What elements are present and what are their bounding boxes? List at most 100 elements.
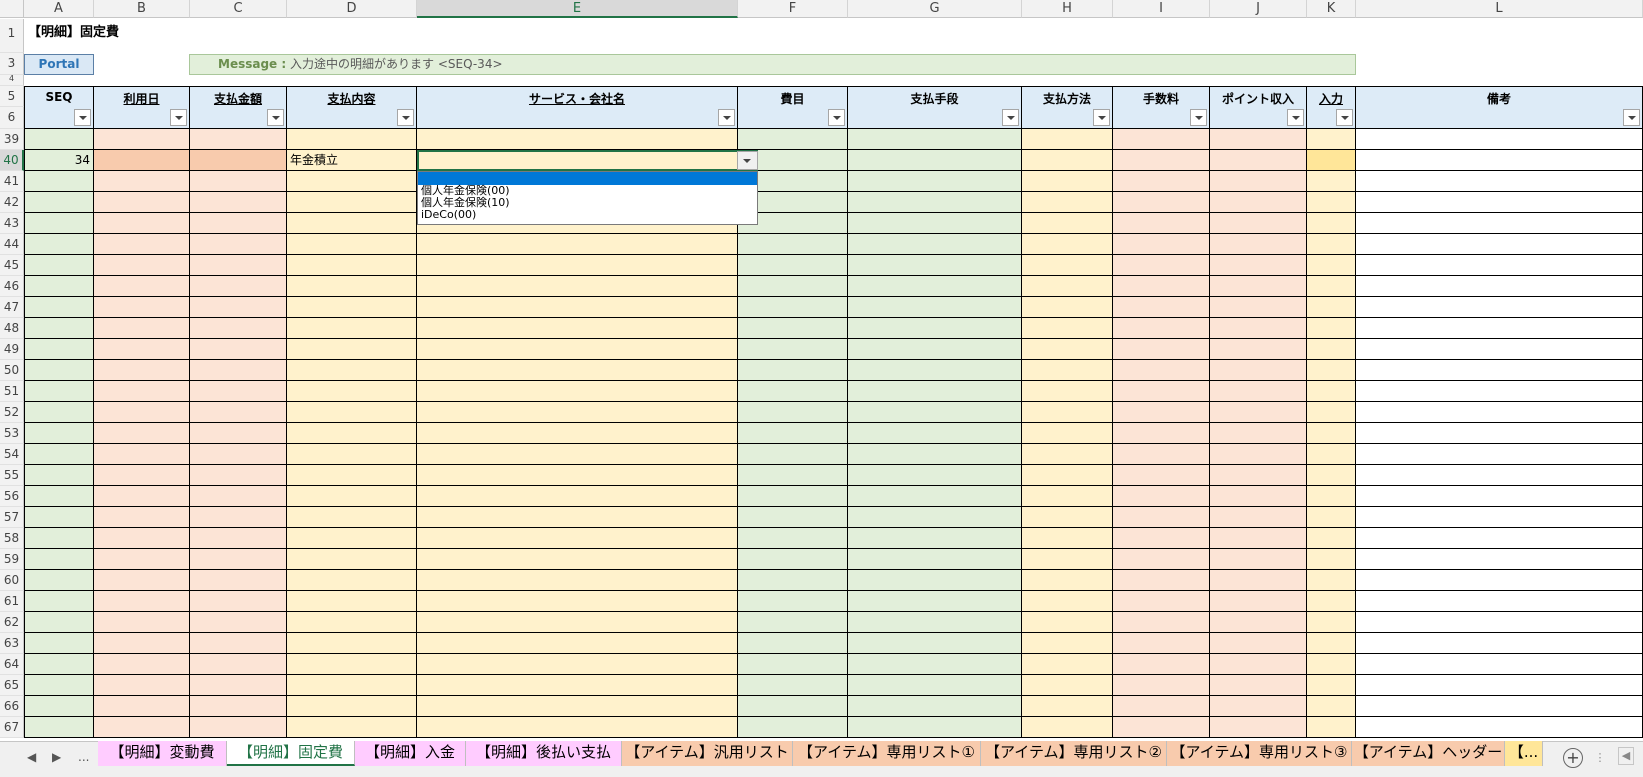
- cell-means[interactable]: [848, 549, 1022, 570]
- row-header-61[interactable]: 61: [0, 591, 24, 612]
- row-header-42[interactable]: 42: [0, 192, 24, 213]
- cell-fee[interactable]: [1113, 339, 1210, 360]
- cell-method[interactable]: [1022, 318, 1113, 339]
- row-header-6[interactable]: 6: [0, 107, 24, 129]
- cell-date[interactable]: [94, 486, 190, 507]
- column-header-i[interactable]: I: [1113, 0, 1210, 18]
- column-header-a[interactable]: A: [24, 0, 94, 18]
- cell-amount[interactable]: [190, 255, 287, 276]
- cell-amount[interactable]: [190, 318, 287, 339]
- add-sheet-icon[interactable]: +: [1563, 748, 1583, 768]
- cell-content[interactable]: [287, 591, 417, 612]
- cell-method[interactable]: [1022, 276, 1113, 297]
- cell-note[interactable]: [1356, 171, 1643, 192]
- row-header-47[interactable]: 47: [0, 297, 24, 318]
- cell-seq[interactable]: [24, 255, 94, 276]
- cell-points[interactable]: [1210, 255, 1307, 276]
- cell-fee[interactable]: [1113, 234, 1210, 255]
- cell-method[interactable]: [1022, 486, 1113, 507]
- cell-date[interactable]: [94, 297, 190, 318]
- cell-input[interactable]: [1307, 675, 1356, 696]
- cell-content[interactable]: [287, 381, 417, 402]
- cell-means[interactable]: [848, 276, 1022, 297]
- cell-content[interactable]: [287, 549, 417, 570]
- cell-content[interactable]: [287, 255, 417, 276]
- cell-seq[interactable]: [24, 297, 94, 318]
- cell-content[interactable]: [287, 339, 417, 360]
- cell-means[interactable]: [848, 675, 1022, 696]
- cell-content[interactable]: [287, 507, 417, 528]
- cell-note[interactable]: [1356, 486, 1643, 507]
- cell-note[interactable]: [1356, 675, 1643, 696]
- cell-fee[interactable]: [1113, 486, 1210, 507]
- cell-points[interactable]: [1210, 423, 1307, 444]
- cell-means[interactable]: [848, 171, 1022, 192]
- cell-content[interactable]: [287, 570, 417, 591]
- cell-date[interactable]: [94, 150, 190, 171]
- cell-means[interactable]: [848, 612, 1022, 633]
- cell-service[interactable]: [417, 549, 738, 570]
- cell-service[interactable]: [417, 612, 738, 633]
- cell-item[interactable]: [738, 654, 848, 675]
- filter-dropdown-icon[interactable]: [1002, 109, 1019, 126]
- cell-amount[interactable]: [190, 549, 287, 570]
- cell-points[interactable]: [1210, 276, 1307, 297]
- cell-item[interactable]: [738, 507, 848, 528]
- cell-method[interactable]: [1022, 402, 1113, 423]
- cell-date[interactable]: [94, 444, 190, 465]
- cell-content[interactable]: [287, 192, 417, 213]
- cell-means[interactable]: [848, 402, 1022, 423]
- cell-service[interactable]: [417, 528, 738, 549]
- row-header-58[interactable]: 58: [0, 528, 24, 549]
- cell-points[interactable]: [1210, 318, 1307, 339]
- cell-points[interactable]: [1210, 213, 1307, 234]
- sheet-tab-6[interactable]: 【アイテム】専用リスト①: [793, 741, 981, 766]
- cell-input[interactable]: [1307, 486, 1356, 507]
- cell-input[interactable]: [1307, 129, 1356, 150]
- cell-item[interactable]: [738, 234, 848, 255]
- cell-points[interactable]: [1210, 171, 1307, 192]
- cell-method[interactable]: [1022, 507, 1113, 528]
- cell-means[interactable]: [848, 570, 1022, 591]
- row-header-66[interactable]: 66: [0, 696, 24, 717]
- cell-fee[interactable]: [1113, 192, 1210, 213]
- cell-seq[interactable]: [24, 675, 94, 696]
- filter-dropdown-icon[interactable]: [1287, 109, 1304, 126]
- cell-date[interactable]: [94, 129, 190, 150]
- column-header-b[interactable]: B: [94, 0, 190, 18]
- cell-service[interactable]: [417, 444, 738, 465]
- cell-note[interactable]: [1356, 570, 1643, 591]
- filter-dropdown-icon[interactable]: [1093, 109, 1110, 126]
- column-header-h[interactable]: H: [1022, 0, 1113, 18]
- cell-seq[interactable]: [24, 528, 94, 549]
- cell-input[interactable]: [1307, 150, 1356, 171]
- cell-points[interactable]: [1210, 696, 1307, 717]
- cell-content[interactable]: [287, 717, 417, 738]
- row-header-59[interactable]: 59: [0, 549, 24, 570]
- column-header-e[interactable]: E: [417, 0, 738, 18]
- cell-amount[interactable]: [190, 150, 287, 171]
- cell-content[interactable]: [287, 528, 417, 549]
- cell-means[interactable]: [848, 297, 1022, 318]
- cell-item[interactable]: [738, 360, 848, 381]
- row-header-3[interactable]: 3: [0, 53, 24, 75]
- filter-dropdown-icon[interactable]: [170, 109, 187, 126]
- cell-seq[interactable]: [24, 129, 94, 150]
- hscroll-left-icon[interactable]: ◀: [1618, 747, 1634, 765]
- cell-item[interactable]: [738, 570, 848, 591]
- cell-amount[interactable]: [190, 360, 287, 381]
- cell-item[interactable]: [738, 465, 848, 486]
- cell-method[interactable]: [1022, 465, 1113, 486]
- service-dropdown-list[interactable]: 個人年金保険(00) 個人年金保険(10) iDeCo(00): [417, 171, 758, 225]
- cell-amount[interactable]: [190, 339, 287, 360]
- cell-service[interactable]: [417, 591, 738, 612]
- cell-points[interactable]: [1210, 507, 1307, 528]
- cell-means[interactable]: [848, 318, 1022, 339]
- cell-item[interactable]: [738, 591, 848, 612]
- cell-method[interactable]: [1022, 717, 1113, 738]
- row-header-62[interactable]: 62: [0, 612, 24, 633]
- cell-content[interactable]: [287, 402, 417, 423]
- cell-fee[interactable]: [1113, 318, 1210, 339]
- cell-note[interactable]: [1356, 528, 1643, 549]
- filter-dropdown-icon[interactable]: [1190, 109, 1207, 126]
